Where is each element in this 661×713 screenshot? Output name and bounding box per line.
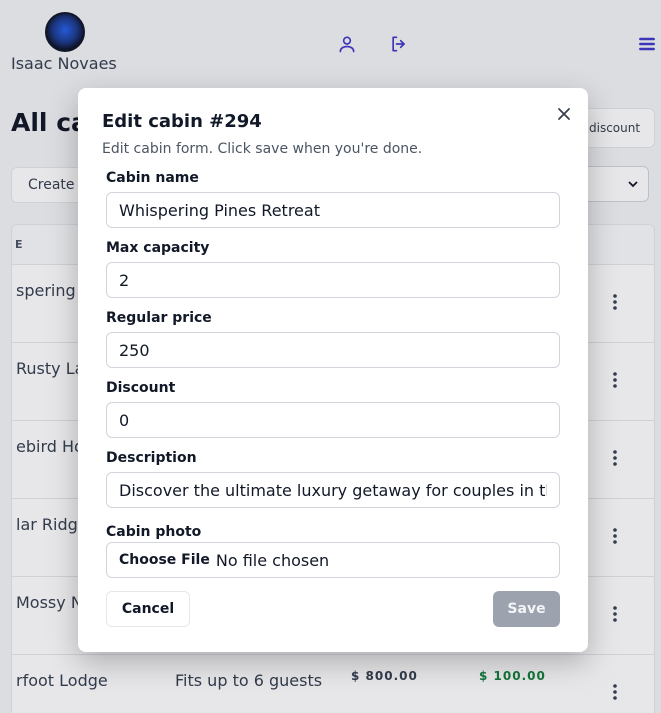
- dialog-title: Edit cabin #294: [102, 111, 262, 132]
- cabin-name-label: Cabin name: [106, 170, 199, 186]
- cancel-button[interactable]: Cancel: [106, 591, 190, 627]
- close-icon[interactable]: [554, 104, 574, 124]
- cabin-photo-input[interactable]: Choose File No file chosen: [106, 542, 560, 578]
- choose-file-button[interactable]: Choose File: [119, 552, 210, 568]
- save-button[interactable]: Save: [493, 591, 560, 627]
- max-capacity-label: Max capacity: [106, 240, 210, 256]
- description-input[interactable]: [106, 472, 560, 508]
- description-label: Description: [106, 450, 197, 466]
- regular-price-label: Regular price: [106, 310, 212, 326]
- discount-label: Discount: [106, 380, 176, 396]
- edit-cabin-dialog: Edit cabin #294 Edit cabin form. Click s…: [78, 88, 588, 652]
- file-status: No file chosen: [215, 550, 330, 570]
- max-capacity-input[interactable]: [106, 262, 560, 298]
- cabin-name-input[interactable]: [106, 192, 560, 228]
- cabin-photo-label: Cabin photo: [106, 524, 202, 540]
- regular-price-input[interactable]: [106, 332, 560, 368]
- dialog-description: Edit cabin form. Click save when you're …: [102, 141, 423, 157]
- discount-input[interactable]: [106, 402, 560, 438]
